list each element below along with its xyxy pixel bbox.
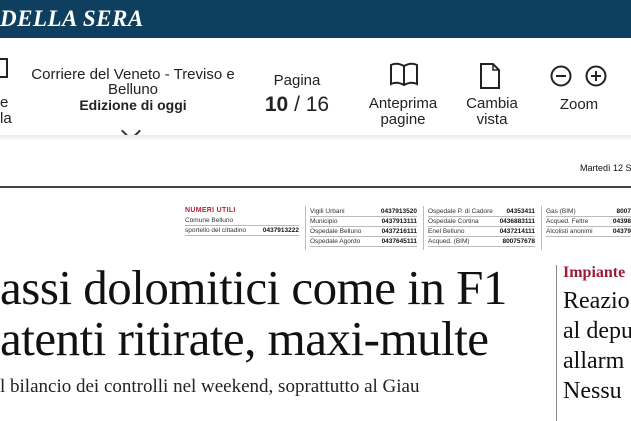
useful-number-label: Gas (BIM) (546, 208, 576, 215)
useful-number-value: 0437913111 (381, 218, 417, 225)
useful-number-row: Enel Belluno 0437214111 (428, 228, 535, 237)
side-article-headline-line[interactable]: Nessu (563, 378, 622, 404)
page-label: Pagina (273, 72, 321, 89)
side-article-headline-line[interactable]: al depu (563, 318, 631, 344)
header-rule (0, 186, 631, 188)
page-separator: / (288, 93, 306, 116)
useful-number-value: 0437645111 (381, 238, 417, 245)
side-article-kicker: Impiante (563, 264, 626, 281)
menu-icon[interactable] (0, 58, 8, 78)
useful-number-row: Gas (BIM) 8007 (546, 208, 631, 217)
viewer-toolbar: e la Corriere del Veneto - Treviso e Bel… (0, 38, 631, 148)
useful-number-row: Comune Belluno (185, 217, 299, 226)
useful-number-label: Ospedale Belluno (310, 228, 362, 235)
side-article-headline-line[interactable]: Reazio (563, 288, 630, 314)
useful-number-label: Acqued. Feltre (546, 218, 589, 225)
open-book-icon[interactable] (389, 62, 419, 88)
article-subheadline: l bilancio dei controlli nel weekend, so… (0, 376, 420, 397)
useful-number-row: Ospedale P. di Cadore 04353411 (428, 208, 535, 217)
useful-number-label: sportello del cittadino (185, 227, 247, 234)
zoom-out-icon[interactable] (550, 65, 572, 87)
useful-numbers-title: NUMERI UTILI (185, 207, 236, 214)
column-divider (423, 206, 424, 250)
menu-label-line2[interactable]: la (0, 111, 12, 127)
useful-number-value: 0437913222 (262, 227, 299, 234)
useful-number-label: Vigili Urbani (310, 208, 345, 215)
column-divider (305, 206, 306, 250)
page-current: 10 (264, 93, 289, 116)
change-view-label-1[interactable]: Cambia (456, 96, 528, 112)
useful-number-row: Ospedale Cortina 0436883111 (428, 218, 535, 227)
useful-number-label: Ospedale Cortina (428, 218, 479, 225)
zoom-in-icon[interactable] (585, 65, 607, 87)
useful-number-label: Comune Belluno (185, 217, 234, 224)
masthead-logo: DELLA SERA (0, 6, 144, 31)
article-headline-line1[interactable]: assi dolomitici come in F1 (0, 263, 507, 313)
useful-number-value: 800757678 (502, 238, 535, 245)
edition-subtitle[interactable]: Edizione di oggi (30, 97, 236, 113)
useful-number-label: Alcolisti anonimi (546, 228, 593, 235)
useful-number-row: Ospedale Belluno 0437216111 (310, 228, 417, 237)
useful-number-row: Acqued. (BIM) 800757678 (428, 238, 535, 247)
useful-number-row: Alcolisti anonimi 04379 (546, 228, 631, 237)
toolbar-shadow (0, 135, 631, 141)
change-view-label-2[interactable]: vista (456, 112, 528, 128)
useful-number-label: Acqued. (BIM) (428, 238, 470, 245)
useful-number-label: Ospedale P. di Cadore (428, 208, 493, 215)
useful-number-row: sportello del cittadino 0437913222 (185, 227, 299, 236)
useful-number-value: 0437913520 (380, 208, 417, 215)
useful-number-row: Acqued. Feltre 04398 (546, 218, 631, 227)
preview-pages-label-1[interactable]: Anteprima (360, 96, 446, 112)
document-icon[interactable] (479, 62, 501, 90)
useful-number-row: Ospedale Agordo 0437645111 (310, 238, 417, 247)
side-article-rule (556, 265, 557, 421)
page-date: Martedì 12 S (580, 163, 631, 173)
useful-number-label: Enel Belluno (428, 228, 465, 235)
page-total: 16 (305, 93, 330, 116)
useful-number-value: 04398 (612, 218, 631, 225)
side-article-headline-line[interactable]: allarm (563, 348, 624, 374)
useful-number-value: 0436883111 (499, 218, 535, 225)
useful-number-value: 04379 (612, 228, 631, 235)
zoom-label: Zoom (559, 96, 599, 113)
useful-number-row: Vigili Urbani 0437913520 (310, 208, 417, 217)
useful-number-label: Ospedale Agordo (310, 238, 361, 245)
page-indicator[interactable]: 10 / 16 (250, 93, 344, 117)
useful-number-value: 04353411 (506, 208, 535, 215)
preview-pages-label-2[interactable]: pagine (360, 112, 446, 128)
menu-label-line1[interactable]: e (0, 95, 8, 111)
column-divider (541, 206, 542, 250)
useful-number-label: Municipio (310, 218, 338, 225)
useful-number-value: 0437214111 (499, 228, 535, 235)
useful-number-value: 0437216111 (381, 228, 417, 235)
article-headline-line2[interactable]: atenti ritirate, maxi-multe (0, 314, 489, 364)
useful-number-row: Municipio 0437913111 (310, 218, 417, 227)
edition-title[interactable]: Corriere del Veneto - Treviso e Belluno (30, 67, 236, 97)
masthead-bar: DELLA SERA (0, 0, 631, 38)
useful-number-value: 8007 (616, 208, 631, 215)
